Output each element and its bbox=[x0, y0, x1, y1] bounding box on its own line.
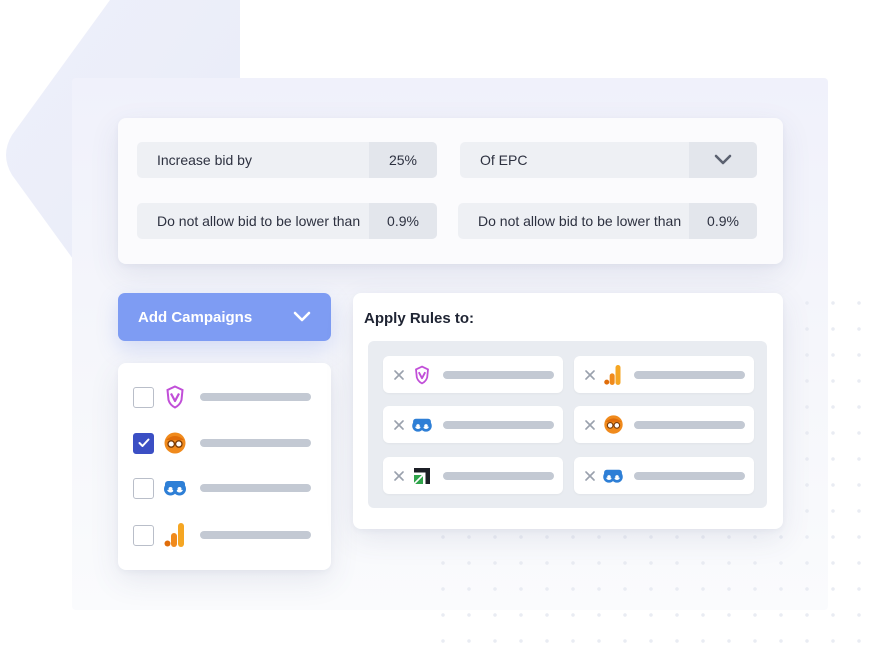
glasses-face-logo-icon bbox=[162, 430, 188, 456]
remove-chip-close-icon[interactable] bbox=[584, 470, 596, 482]
list-item[interactable] bbox=[133, 431, 313, 455]
add-campaigns-button[interactable]: Add Campaigns bbox=[118, 293, 331, 341]
chip-name-placeholder bbox=[634, 420, 745, 429]
epc-select[interactable]: Of EPC bbox=[460, 142, 757, 178]
min-bid-label-right: Do not allow bid to be lower than bbox=[478, 213, 682, 229]
remove-chip-close-icon[interactable] bbox=[584, 369, 596, 381]
add-campaigns-label: Add Campaigns bbox=[138, 308, 253, 326]
campaign-chip bbox=[574, 406, 754, 443]
bar-chart-logo-icon bbox=[162, 522, 188, 548]
remove-chip-close-icon[interactable] bbox=[393, 369, 405, 381]
list-item[interactable] bbox=[133, 385, 313, 409]
epc-dropdown-toggle[interactable] bbox=[689, 142, 757, 178]
chip-name-placeholder bbox=[634, 370, 745, 379]
campaign-chip bbox=[383, 406, 563, 443]
chevron-down-icon bbox=[714, 154, 732, 165]
min-bid-value-left[interactable]: 0.9% bbox=[369, 203, 437, 239]
remove-chip-close-icon[interactable] bbox=[584, 419, 596, 431]
chip-name-placeholder bbox=[443, 471, 554, 480]
campaign-list bbox=[118, 363, 331, 570]
increase-bid-field[interactable]: Increase bid by 25% bbox=[137, 142, 437, 178]
campaign-checkbox[interactable] bbox=[133, 524, 154, 546]
campaign-checkbox[interactable] bbox=[133, 432, 154, 454]
checkmark-icon bbox=[138, 438, 149, 447]
campaign-checkbox[interactable] bbox=[133, 477, 154, 499]
campaign-chip bbox=[383, 356, 563, 393]
increase-bid-value[interactable]: 25% bbox=[369, 142, 437, 178]
remove-chip-close-icon[interactable] bbox=[393, 470, 405, 482]
min-bid-label-left: Do not allow bid to be lower than bbox=[157, 213, 361, 229]
glasses-face-logo-icon bbox=[602, 414, 624, 436]
campaign-name-placeholder bbox=[200, 439, 311, 447]
campaign-chip bbox=[383, 457, 563, 494]
apply-rules-title: Apply Rules to: bbox=[364, 310, 475, 327]
campaign-name-placeholder bbox=[200, 393, 311, 401]
min-bid-value-right[interactable]: 0.9% bbox=[689, 203, 757, 239]
square-arrow-logo-icon bbox=[411, 465, 433, 487]
campaign-chip bbox=[574, 457, 754, 494]
shield-v-logo-icon bbox=[411, 364, 433, 386]
campaign-chip bbox=[574, 356, 754, 393]
increase-bid-label: Increase bid by bbox=[157, 152, 252, 168]
bar-chart-logo-icon bbox=[602, 364, 624, 386]
list-item[interactable] bbox=[133, 523, 313, 547]
chip-name-placeholder bbox=[634, 471, 745, 480]
campaign-name-placeholder bbox=[200, 484, 311, 492]
double-ring-logo-icon bbox=[411, 414, 433, 436]
list-item[interactable] bbox=[133, 476, 313, 500]
shield-v-logo-icon bbox=[162, 384, 188, 410]
campaign-checkbox[interactable] bbox=[133, 386, 154, 408]
chip-name-placeholder bbox=[443, 420, 554, 429]
min-bid-field-right[interactable]: Do not allow bid to be lower than 0.9% bbox=[458, 203, 757, 239]
chevron-down-icon bbox=[293, 311, 311, 322]
campaign-name-placeholder bbox=[200, 531, 311, 539]
double-ring-logo-icon bbox=[162, 475, 188, 501]
epc-select-label: Of EPC bbox=[480, 152, 528, 168]
chip-name-placeholder bbox=[443, 370, 554, 379]
bid-rules-card bbox=[118, 118, 783, 264]
min-bid-field-left[interactable]: Do not allow bid to be lower than 0.9% bbox=[137, 203, 437, 239]
double-ring-logo-icon bbox=[602, 465, 624, 487]
remove-chip-close-icon[interactable] bbox=[393, 419, 405, 431]
